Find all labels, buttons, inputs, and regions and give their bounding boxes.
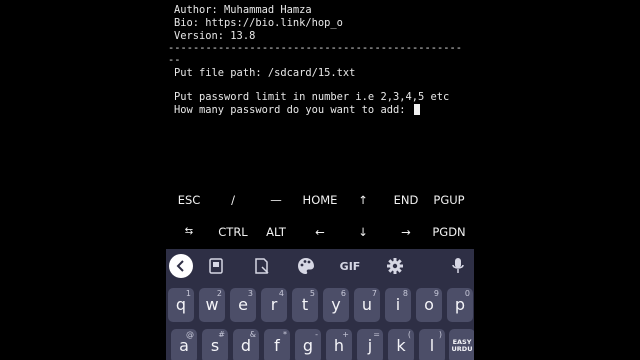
key-easy-urdu[interactable]: EASY URDU bbox=[449, 329, 474, 360]
terminal-prompt-text: How many password do you want to add: bbox=[174, 104, 412, 116]
voice-input-button[interactable] bbox=[446, 254, 470, 278]
keyboard-toolbar: GIF bbox=[166, 249, 474, 282]
document-translate-icon bbox=[255, 258, 269, 274]
keyboard-back-button[interactable] bbox=[169, 254, 193, 278]
microphone-icon bbox=[452, 258, 464, 273]
extra-keys-bar: ESC / — HOME ↑ END PGUP ⇆ CTRL ALT ← ↓ →… bbox=[166, 185, 474, 249]
key-y[interactable]: 6y bbox=[323, 288, 349, 322]
terminal-line-password-limit: Put password limit in number i.e 2,3,4,5… bbox=[174, 91, 450, 103]
palette-icon bbox=[298, 258, 314, 274]
terminal-separator: ----------------------------------------… bbox=[168, 42, 463, 54]
extra-key-pgdn[interactable]: PGDN bbox=[428, 217, 470, 247]
key-e[interactable]: 3e bbox=[230, 288, 256, 322]
key-k[interactable]: (k bbox=[388, 329, 414, 360]
key-h[interactable]: + h bbox=[326, 329, 352, 360]
key-i[interactable]: 8i bbox=[385, 288, 411, 322]
key-l[interactable]: ) l bbox=[419, 329, 445, 360]
terminal-line-file-path: Put file path: /sdcard/15.txt bbox=[174, 67, 356, 79]
clipboard-icon bbox=[209, 258, 223, 274]
text-cursor bbox=[413, 104, 420, 115]
gif-button[interactable]: GIF bbox=[334, 254, 366, 278]
extra-key-pgup[interactable]: PGUP bbox=[428, 185, 470, 215]
key-j[interactable]: = j bbox=[357, 329, 383, 360]
key-r[interactable]: 4r bbox=[261, 288, 287, 322]
terminal-line-bio: Bio: https://bio.link/hop_o bbox=[174, 17, 343, 29]
soft-keyboard: GIF 1q 2w 3e 4r 5t 6y 7u 8i 9o 0p @ a # s … bbox=[166, 249, 474, 360]
terminal-prompt-line[interactable]: How many password do you want to add: bbox=[174, 104, 420, 117]
extra-key-home[interactable]: HOME bbox=[297, 185, 343, 215]
key-s[interactable]: # s bbox=[202, 329, 228, 360]
terminal-separator-tail: -- bbox=[168, 54, 181, 66]
gear-icon bbox=[387, 258, 403, 274]
extra-key-end[interactable]: END bbox=[389, 185, 423, 215]
key-o[interactable]: 9o bbox=[416, 288, 442, 322]
terminal-line-author: Author: Muhammad Hamza bbox=[174, 4, 312, 16]
theme-button[interactable] bbox=[294, 254, 318, 278]
key-d[interactable]: & d bbox=[233, 329, 259, 360]
key-g[interactable]: -g bbox=[295, 329, 321, 360]
extra-key-esc[interactable]: ESC bbox=[172, 185, 206, 215]
extra-key-up[interactable]: ↑ bbox=[346, 185, 380, 215]
extra-key-alt[interactable]: ALT bbox=[259, 217, 293, 247]
extra-key-down[interactable]: ↓ bbox=[346, 217, 380, 247]
key-a[interactable]: @ a bbox=[171, 329, 197, 360]
extra-key-right[interactable]: → bbox=[389, 217, 423, 247]
extra-key-dash[interactable]: — bbox=[259, 185, 293, 215]
key-p[interactable]: 0p bbox=[447, 288, 473, 322]
phone-screen: Author: Muhammad Hamza Bio: https://bio.… bbox=[166, 0, 474, 360]
key-w[interactable]: 2w bbox=[199, 288, 225, 322]
key-u[interactable]: 7u bbox=[354, 288, 380, 322]
settings-button[interactable] bbox=[383, 254, 407, 278]
extra-key-slash[interactable]: / bbox=[216, 185, 250, 215]
extra-key-tab[interactable]: ⇆ bbox=[172, 217, 206, 247]
terminal-output[interactable]: Author: Muhammad Hamza Bio: https://bio.… bbox=[166, 0, 474, 185]
clipboard-button[interactable] bbox=[204, 254, 228, 278]
key-t[interactable]: 5t bbox=[292, 288, 318, 322]
translate-button[interactable] bbox=[250, 254, 274, 278]
keyboard-row-asdf: @ a # s & d * f -g + h = j (k ) l EASY URDU bbox=[166, 329, 474, 360]
keyboard-row-qwerty: 1q 2w 3e 4r 5t 6y 7u 8i 9o 0p bbox=[166, 288, 474, 322]
chevron-left-icon bbox=[176, 260, 184, 272]
key-q[interactable]: 1q bbox=[168, 288, 194, 322]
key-f[interactable]: * f bbox=[264, 329, 290, 360]
extra-key-left[interactable]: ← bbox=[303, 217, 337, 247]
extra-key-ctrl[interactable]: CTRL bbox=[214, 217, 252, 247]
